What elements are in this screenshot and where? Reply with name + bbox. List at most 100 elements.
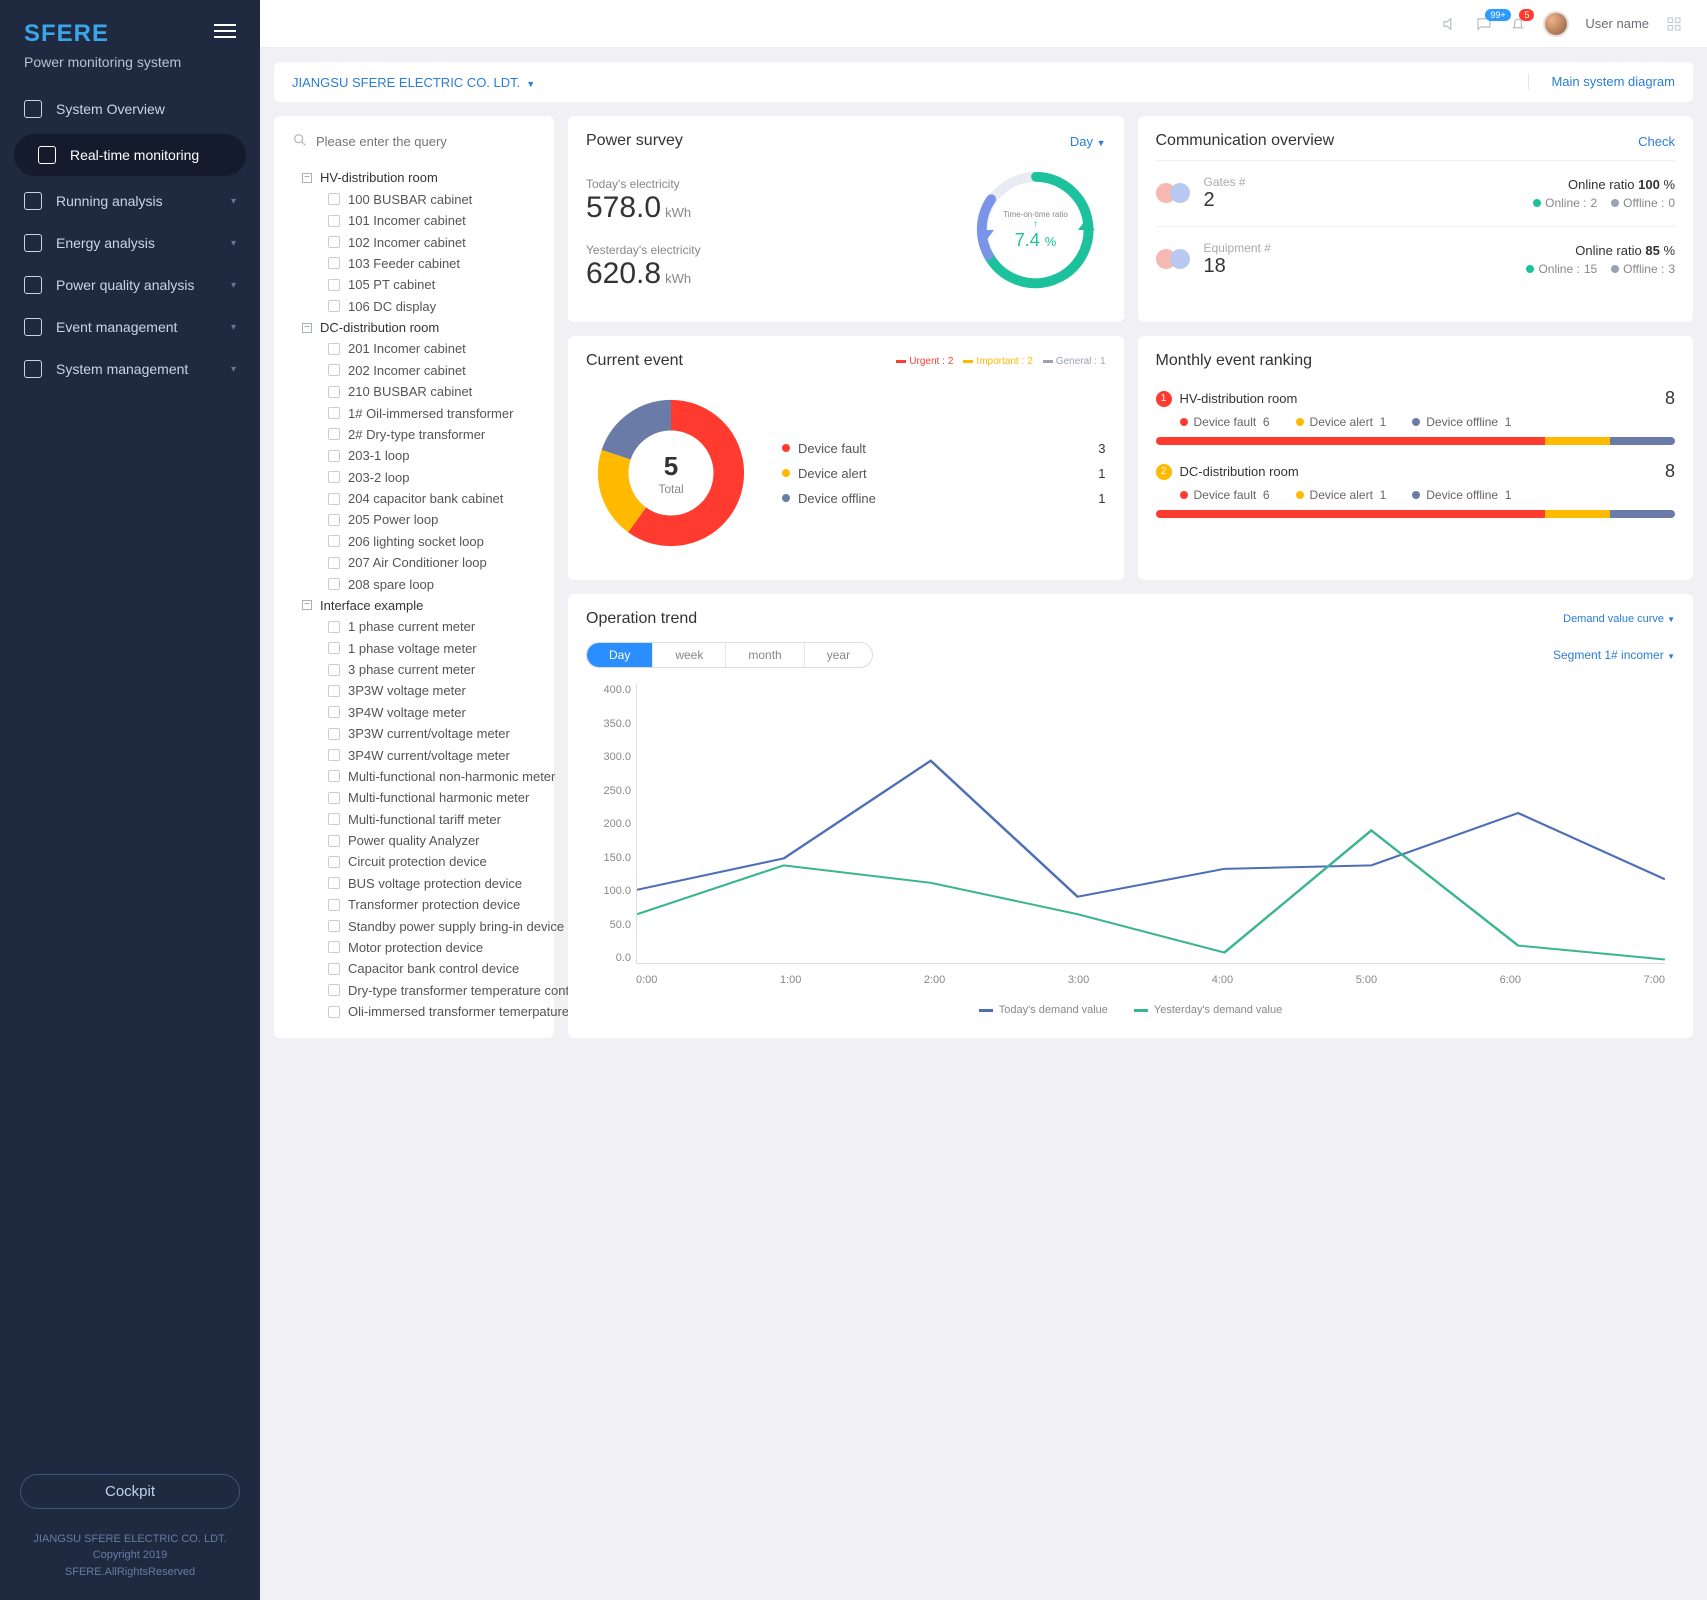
checkbox[interactable] xyxy=(328,856,340,868)
checkbox[interactable] xyxy=(328,386,340,398)
checkbox[interactable] xyxy=(328,493,340,505)
tree-item[interactable]: Power quality Analyzer xyxy=(292,830,536,851)
system-diagram-link[interactable]: Main system diagram xyxy=(1528,74,1675,90)
tree-item[interactable]: 203-1 loop xyxy=(292,445,536,466)
tree-item[interactable]: 3P4W voltage meter xyxy=(292,702,536,723)
search-input[interactable] xyxy=(316,134,536,149)
message-icon[interactable]: 99+ xyxy=(1475,15,1493,33)
tree-item[interactable]: 2# Dry-type transformer xyxy=(292,424,536,445)
checkbox[interactable] xyxy=(328,963,340,975)
tree-item[interactable]: 1 phase current meter xyxy=(292,616,536,637)
tree-item[interactable]: 1 phase voltage meter xyxy=(292,638,536,659)
tree-item[interactable]: 3P3W voltage meter xyxy=(292,680,536,701)
checkbox[interactable] xyxy=(328,257,340,269)
collapse-icon[interactable]: − xyxy=(302,323,312,333)
checkbox[interactable] xyxy=(328,770,340,782)
checkbox[interactable] xyxy=(328,642,340,654)
tree-item[interactable]: 204 capacitor bank cabinet xyxy=(292,488,536,509)
tree-item[interactable]: Oli-immersed transformer temerpature con… xyxy=(292,1001,536,1022)
nav-item[interactable]: Real-time monitoring xyxy=(14,134,246,176)
checkbox[interactable] xyxy=(328,835,340,847)
segment-dropdown[interactable]: Segment 1# incomer ▼ xyxy=(1553,648,1675,662)
company-dropdown[interactable]: JIANGSU SFERE ELECTRIC CO. LDT.▼ xyxy=(292,75,535,90)
tree-item[interactable]: Motor protection device xyxy=(292,937,536,958)
checkbox[interactable] xyxy=(328,407,340,419)
menu-toggle-icon[interactable] xyxy=(214,20,236,42)
checkbox[interactable] xyxy=(328,749,340,761)
tree-item[interactable]: 105 PT cabinet xyxy=(292,274,536,295)
tree-item[interactable]: 3 phase current meter xyxy=(292,659,536,680)
tree-item[interactable]: 102 Incomer cabinet xyxy=(292,231,536,252)
nav-item[interactable]: Event management▾ xyxy=(0,306,260,348)
username[interactable]: User name xyxy=(1585,16,1649,31)
curve-dropdown[interactable]: Demand value curve ▼ xyxy=(1563,612,1675,626)
checkbox[interactable] xyxy=(328,1006,340,1018)
checkbox[interactable] xyxy=(328,728,340,740)
checkbox[interactable] xyxy=(328,706,340,718)
tree-item[interactable]: 1# Oil-immersed transformer xyxy=(292,402,536,423)
checkbox[interactable] xyxy=(328,877,340,889)
tab[interactable]: month xyxy=(726,643,804,667)
nav-item[interactable]: Power quality analysis▾ xyxy=(0,264,260,306)
checkbox[interactable] xyxy=(328,343,340,355)
checkbox[interactable] xyxy=(328,621,340,633)
tree-group[interactable]: −HV-distribution room xyxy=(292,167,536,188)
tab[interactable]: Day xyxy=(587,643,653,667)
tree-item[interactable]: Transformer protection device xyxy=(292,894,536,915)
tab[interactable]: year xyxy=(805,643,872,667)
tree-item[interactable]: 3P3W current/voltage meter xyxy=(292,723,536,744)
cockpit-button[interactable]: Cockpit xyxy=(20,1474,240,1509)
avatar[interactable] xyxy=(1543,11,1569,37)
checkbox[interactable] xyxy=(328,664,340,676)
nav-item[interactable]: Running analysis▾ xyxy=(0,180,260,222)
range-dropdown[interactable]: Day ▼ xyxy=(1070,134,1106,149)
checkbox[interactable] xyxy=(328,535,340,547)
checkbox[interactable] xyxy=(328,557,340,569)
tree-item[interactable]: Standby power supply bring-in device xyxy=(292,915,536,936)
checkbox[interactable] xyxy=(328,279,340,291)
nav-item[interactable]: System Overview xyxy=(0,88,260,130)
bell-icon[interactable]: 5 xyxy=(1509,15,1527,33)
tree-item[interactable]: Multi-functional harmonic meter xyxy=(292,787,536,808)
sound-icon[interactable] xyxy=(1441,15,1459,33)
tree-item[interactable]: 203-2 loop xyxy=(292,467,536,488)
nav-item[interactable]: Energy analysis▾ xyxy=(0,222,260,264)
tree-item[interactable]: Multi-functional non-harmonic meter xyxy=(292,766,536,787)
checkbox[interactable] xyxy=(328,514,340,526)
collapse-icon[interactable]: − xyxy=(302,173,312,183)
checkbox[interactable] xyxy=(328,920,340,932)
tree-item[interactable]: Dry-type transformer temperature control… xyxy=(292,980,536,1001)
tree-group[interactable]: −DC-distribution room xyxy=(292,317,536,338)
checkbox[interactable] xyxy=(328,450,340,462)
checkbox[interactable] xyxy=(328,578,340,590)
checkbox[interactable] xyxy=(328,300,340,312)
tree-item[interactable]: 100 BUSBAR cabinet xyxy=(292,189,536,210)
checkbox[interactable] xyxy=(328,941,340,953)
checkbox[interactable] xyxy=(328,685,340,697)
checkbox[interactable] xyxy=(328,428,340,440)
checkbox[interactable] xyxy=(328,215,340,227)
tree-item[interactable]: 101 Incomer cabinet xyxy=(292,210,536,231)
nav-item[interactable]: System management▾ xyxy=(0,348,260,390)
tree-item[interactable]: 210 BUSBAR cabinet xyxy=(292,381,536,402)
tree-item[interactable]: 3P4W current/voltage meter xyxy=(292,744,536,765)
tree-item[interactable]: 103 Feeder cabinet xyxy=(292,253,536,274)
tree-item[interactable]: 106 DC display xyxy=(292,296,536,317)
checkbox[interactable] xyxy=(328,792,340,804)
tree-item[interactable]: 202 Incomer cabinet xyxy=(292,360,536,381)
checkbox[interactable] xyxy=(328,984,340,996)
tree-item[interactable]: Multi-functional tariff meter xyxy=(292,809,536,830)
checkbox[interactable] xyxy=(328,813,340,825)
tab[interactable]: week xyxy=(653,643,726,667)
checkbox[interactable] xyxy=(328,899,340,911)
tree-group[interactable]: −Interface example xyxy=(292,595,536,616)
checkbox[interactable] xyxy=(328,364,340,376)
collapse-icon[interactable]: − xyxy=(302,600,312,610)
tree-item[interactable]: Capacitor bank control device xyxy=(292,958,536,979)
tree-item[interactable]: 206 lighting socket loop xyxy=(292,531,536,552)
tree-item[interactable]: 207 Air Conditioner loop xyxy=(292,552,536,573)
tree-item[interactable]: BUS voltage protection device xyxy=(292,873,536,894)
tree-item[interactable]: Circuit protection device xyxy=(292,851,536,872)
apps-icon[interactable] xyxy=(1665,15,1683,33)
tree-item[interactable]: 201 Incomer cabinet xyxy=(292,338,536,359)
